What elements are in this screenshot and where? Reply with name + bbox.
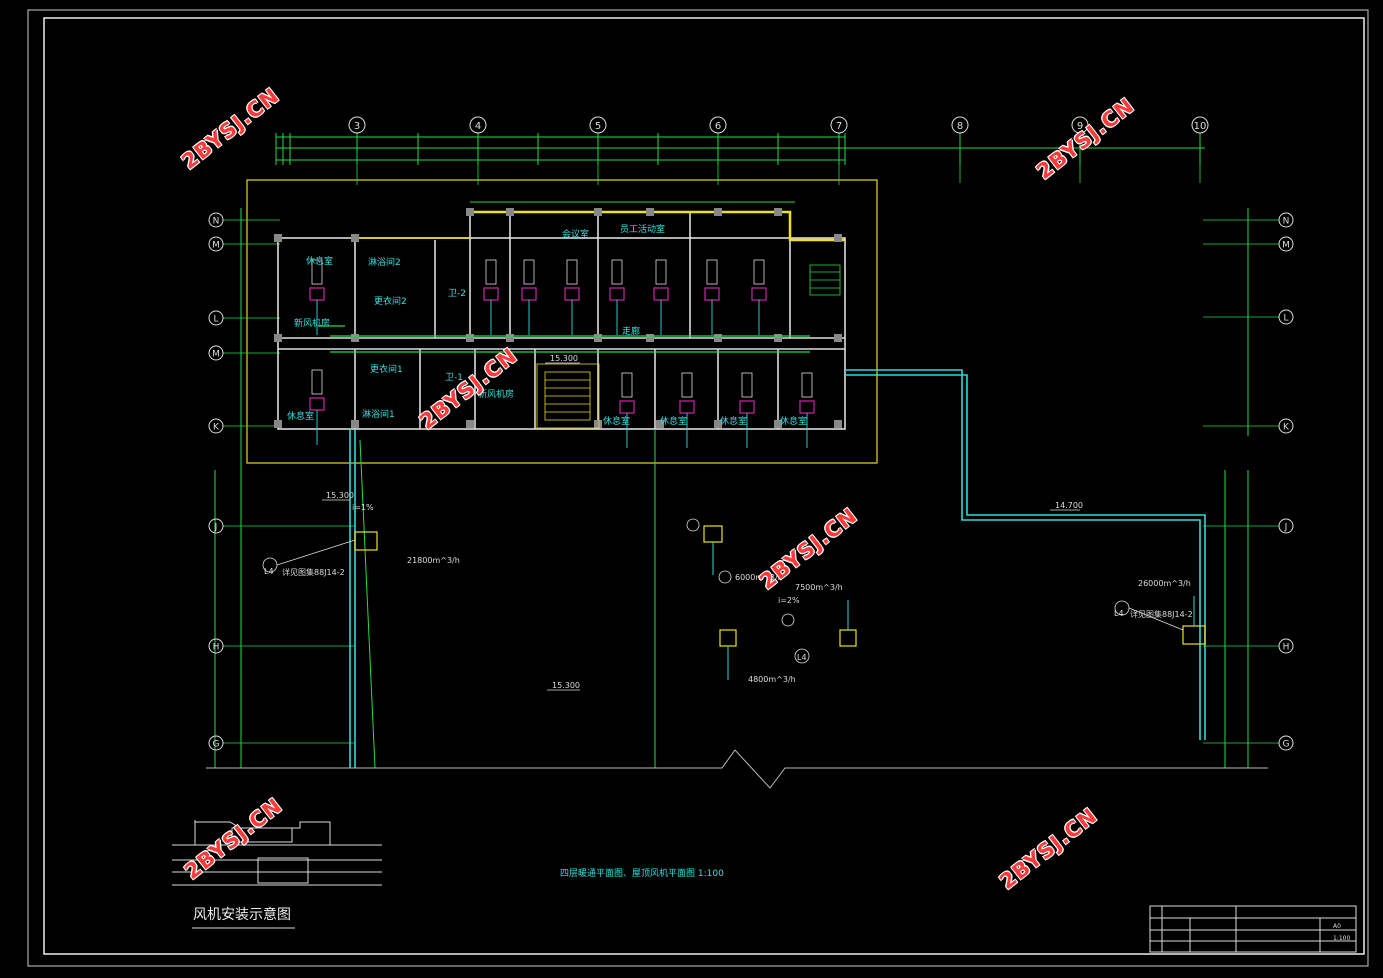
- airflow-left: 21800m^3/h: [407, 556, 460, 565]
- room-rest-1: 休息室: [287, 410, 314, 422]
- room-toilet-2: 卫-2: [448, 289, 466, 299]
- column-square: [594, 208, 602, 216]
- row-label-right: M: [1282, 241, 1290, 251]
- column-label: 4: [475, 121, 481, 132]
- elev-floor: 15.300: [550, 354, 578, 363]
- title-block-size: A0: [1333, 923, 1341, 930]
- row-label-left: M: [212, 350, 220, 360]
- row-label-left: M: [212, 241, 220, 251]
- column-square: [466, 208, 474, 216]
- row-label-left: H: [213, 643, 220, 653]
- airflow-right: 26000m^3/h: [1138, 579, 1191, 588]
- column-square: [594, 334, 602, 342]
- detail-tag-right: L4: [1114, 609, 1124, 618]
- column-square: [714, 208, 722, 216]
- room-wash-1: 淋浴间1: [362, 408, 395, 420]
- column-square: [351, 334, 359, 342]
- column-square: [466, 334, 474, 342]
- column-square: [774, 208, 782, 216]
- column-square: [646, 334, 654, 342]
- column-square: [351, 234, 359, 242]
- airflow-mid-3: 4800m^3/h: [748, 675, 796, 684]
- column-label: 8: [957, 121, 963, 132]
- column-square: [834, 420, 842, 428]
- column-square: [834, 234, 842, 242]
- detail-ref-right: 详见图集88J14-2: [1130, 609, 1193, 619]
- column-square: [594, 420, 602, 428]
- room-rest-e: 休息室: [780, 415, 807, 427]
- column-square: [274, 420, 282, 428]
- detail-tag-mid: L4: [797, 653, 807, 662]
- room-rest-c: 休息室: [660, 415, 687, 427]
- title-block-scale: 1:100: [1333, 935, 1350, 942]
- row-label-left: N: [213, 217, 220, 227]
- row-label-left: G: [213, 740, 220, 750]
- column-square: [466, 420, 474, 428]
- detail-ref-left: 详见图集88J14-2: [282, 567, 345, 577]
- column-label: 5: [595, 121, 601, 132]
- elev-roof-left: 15.300: [326, 491, 354, 500]
- column-label: 3: [354, 121, 360, 132]
- elev-roof-right: 14.700: [1055, 501, 1083, 510]
- detail-tag-left: L4: [264, 567, 274, 576]
- room-corridor: 走廊: [622, 325, 640, 337]
- room-resting-a: 休息室: [306, 255, 333, 267]
- slope-2: i=2%: [778, 596, 800, 605]
- room-rest-b: 休息室: [603, 415, 630, 427]
- column-square: [834, 334, 842, 342]
- room-locker-2: 更衣间2: [374, 295, 407, 307]
- row-label-right: L: [1283, 314, 1288, 324]
- room-staff: 员工活动室: [620, 223, 665, 235]
- airflow-mid-2: 7500m^3/h: [795, 583, 843, 592]
- column-square: [506, 208, 514, 216]
- column-square: [774, 334, 782, 342]
- column-square: [646, 208, 654, 216]
- room-wash-2: 淋浴间2: [368, 256, 401, 268]
- column-label: 6: [715, 121, 721, 132]
- row-label-left: J: [214, 523, 218, 533]
- column-square: [274, 334, 282, 342]
- column-square: [274, 234, 282, 242]
- column-square: [714, 334, 722, 342]
- row-label-right: H: [1283, 643, 1290, 653]
- elev-roof-center: 15.300: [552, 681, 580, 690]
- room-new-fan-a: 新风机房: [294, 317, 330, 329]
- install-title: 风机安装示意图: [193, 906, 291, 923]
- row-label-left: L: [213, 315, 218, 325]
- row-label-right: G: [1283, 740, 1290, 750]
- column-label: 7: [836, 121, 842, 132]
- room-rest-d: 休息室: [720, 415, 747, 427]
- row-label-right: J: [1284, 523, 1288, 533]
- column-square: [351, 420, 359, 428]
- slope-1: i=1%: [352, 503, 374, 512]
- row-label-right: N: [1283, 217, 1290, 227]
- drawing-title: 四层暖通平面图、屋顶风机平面图 1:100: [560, 867, 724, 879]
- room-locker-1: 更衣间1: [370, 363, 403, 375]
- column-square: [506, 334, 514, 342]
- room-meeting: 会议室: [562, 228, 589, 240]
- column-label: 10: [1194, 121, 1207, 132]
